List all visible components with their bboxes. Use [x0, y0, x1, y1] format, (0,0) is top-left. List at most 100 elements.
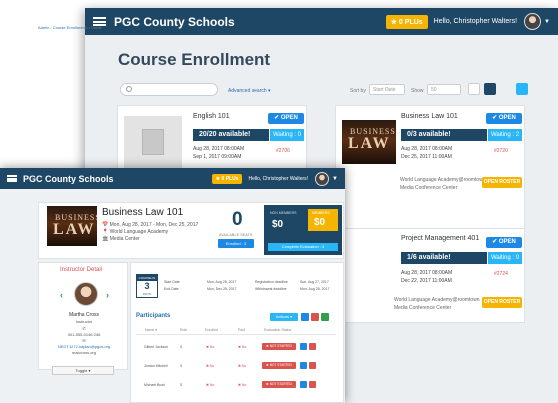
search-icon [126, 86, 132, 92]
participant-name[interactable]: Jordan Mitchell [144, 364, 168, 368]
course-days-count: 3 [144, 281, 150, 291]
breadcrumb-enrollments[interactable]: Course Enrollments [53, 25, 88, 30]
search-input[interactable] [120, 83, 218, 96]
participant-role: S [180, 383, 183, 387]
paid-status: ✖ No [238, 345, 247, 349]
column-header-name[interactable]: Name ▾ [145, 328, 157, 332]
export-icon[interactable] [321, 313, 329, 321]
show-select[interactable]: 50 [427, 84, 461, 95]
participant-name[interactable]: Michael Bush [144, 383, 165, 387]
open-status-button[interactable]: ✔ OPEN [486, 237, 522, 248]
open-status-button[interactable]: ✔ OPEN [268, 113, 304, 124]
enrolled-button[interactable]: Enrolled : 3 [218, 239, 254, 248]
course-code: #2720 [494, 148, 508, 154]
remove-participant-icon[interactable] [311, 313, 319, 321]
edit-icon[interactable] [300, 362, 307, 369]
user-avatar[interactable] [524, 13, 542, 30]
available-seats-count: 0 [232, 209, 243, 230]
toggle-button[interactable]: Toggle ▾ [52, 366, 114, 375]
evaluation-status-badge: ✖ NOT STARTED [262, 343, 296, 350]
table-row[interactable]: Jordan Mitchell S ✖ No ✖ No ✖ NOT STARTE… [136, 362, 336, 371]
course-card[interactable]: Project Management 401 ✔ OPEN 1/6 availa… [335, 228, 525, 323]
withdrawal-deadline-value: Mon, Aug 28, 2017 [300, 287, 330, 291]
table-row[interactable]: Michael Bush S ✖ No ✖ No ✖ NOT STARTED [136, 381, 336, 390]
instructor-photo [74, 282, 98, 306]
edit-icon[interactable] [300, 343, 307, 350]
course-title[interactable]: English 101 [193, 113, 230, 120]
delete-icon[interactable] [309, 381, 316, 388]
table-row[interactable]: Gilbert Jackson S ✖ No ✖ No ✖ NOT STARTE… [136, 343, 336, 352]
course-card[interactable]: BUSINESS LAW Business Law 101 ✔ OPEN 0/3 … [335, 105, 525, 230]
breadcrumb-admin[interactable]: Admin [38, 25, 49, 30]
course-title[interactable]: Project Management 401 [401, 235, 479, 242]
delete-icon[interactable] [309, 362, 316, 369]
instructor-email[interactable]: NEGT1272.kaplan@pgcs.org [40, 344, 128, 349]
course-location: 📍 World Language Academy [102, 229, 169, 235]
delete-icon[interactable] [309, 343, 316, 350]
brand-name[interactable]: PGC County Schools [114, 15, 235, 29]
top-navbar: PGC County Schools ★ 0 PLUs Hello, Chris… [85, 8, 558, 35]
table-divider [136, 334, 336, 335]
course-title[interactable]: Business Law 101 [401, 113, 458, 120]
show-label: Show [411, 88, 424, 94]
plu-badge[interactable]: ★ 0 PLUs [211, 173, 243, 184]
waiting-count: Waiting : 2 [488, 129, 522, 141]
greeting: Hello, Christopher Walters! [248, 175, 309, 182]
course-room: Media Conference Center [400, 185, 458, 191]
phone-icon: ✆ [82, 326, 86, 331]
breadcrumb-detail: Detail [91, 25, 102, 30]
non-member-label: NON MEMBERS [270, 211, 297, 215]
column-header-evaluation: Evaluation Status [264, 328, 292, 332]
open-roster-button[interactable]: OPEN ROSTER [482, 297, 522, 308]
participants-heading: Participants [136, 313, 171, 319]
edit-icon[interactable] [300, 381, 307, 388]
advanced-search-link[interactable]: Advanced search ▾ [228, 88, 271, 94]
member-price-box: MEMBERS $0 [308, 209, 338, 231]
evaluation-status-badge: ✖ NOT STARTED [262, 381, 296, 388]
complete-evaluation-button[interactable]: Complete Evaluation : 3 [268, 243, 338, 251]
enrolled-status: ✖ No [206, 345, 215, 349]
course-dates: Aug 28, 2017 08:00AM Dec 25, 2017 11:00A… [401, 145, 452, 161]
greeting: Hello, Christopher Walters! [433, 18, 518, 25]
menu-icon[interactable] [7, 175, 17, 182]
plu-badge[interactable]: ★ 0 PLUs [385, 14, 428, 29]
course-card[interactable]: English 101 ✔ OPEN 20/20 available! Wait… [117, 105, 307, 175]
participant-name[interactable]: Gilbert Jackson [144, 345, 168, 349]
course-room: 🏛 Media Center [102, 236, 140, 242]
waiting-count: Waiting : 0 [488, 252, 522, 264]
brand-name[interactable]: PGC County Schools [23, 174, 114, 184]
chevron-right-icon[interactable]: › [106, 290, 109, 300]
open-roster-button[interactable]: OPEN ROSTER [482, 177, 522, 188]
add-participant-icon[interactable] [301, 313, 309, 321]
pricing-box: NON MEMBERS $0 MEMBERS $0 Complete Evalu… [264, 205, 342, 255]
end-date: Dec 22, 2017 11:00AM [401, 278, 452, 284]
open-status-button[interactable]: ✔ OPEN [486, 113, 522, 124]
sort-select[interactable]: Start Date [369, 84, 405, 95]
chevron-down-icon[interactable]: ▼ [332, 176, 338, 182]
end-date: Sep 1, 2017 09:00AM [193, 154, 242, 160]
refresh-icon[interactable] [516, 83, 528, 95]
calendar-badge: COURSE IN 3 DAYS [136, 274, 158, 298]
actions-dropdown[interactable]: Actions ▾ [270, 313, 298, 321]
paid-status: ✖ No [238, 364, 247, 368]
start-date-value: Mon, Aug 28, 2017 [207, 280, 237, 284]
course-code: #2724 [494, 271, 508, 277]
book-icon [142, 129, 164, 155]
instructor-heading: Instructor Detail [60, 267, 103, 273]
course-location: World Language Academy@roomtown [400, 177, 486, 183]
chevron-down-icon[interactable]: ▼ [544, 19, 550, 25]
grid-view-icon[interactable] [484, 83, 496, 95]
registration-deadline-label: Registration deadline [255, 280, 288, 284]
instructor-role: Instructor [75, 319, 93, 324]
end-date: Dec 25, 2017 11:00AM [401, 154, 452, 160]
end-date-value: Mon, Dec 25, 2017 [207, 287, 237, 291]
column-header-enrolled: Enrolled [205, 328, 218, 332]
list-view-icon[interactable] [468, 83, 480, 95]
availability-bar: 20/20 available! [193, 129, 269, 141]
chevron-left-icon[interactable]: ‹ [60, 290, 63, 300]
participant-role: S [180, 364, 183, 368]
end-date-label: End Date [164, 287, 179, 291]
sort-label: Sort by [350, 88, 366, 94]
user-avatar[interactable] [315, 171, 330, 186]
course-title: Business Law 101 [102, 207, 184, 218]
